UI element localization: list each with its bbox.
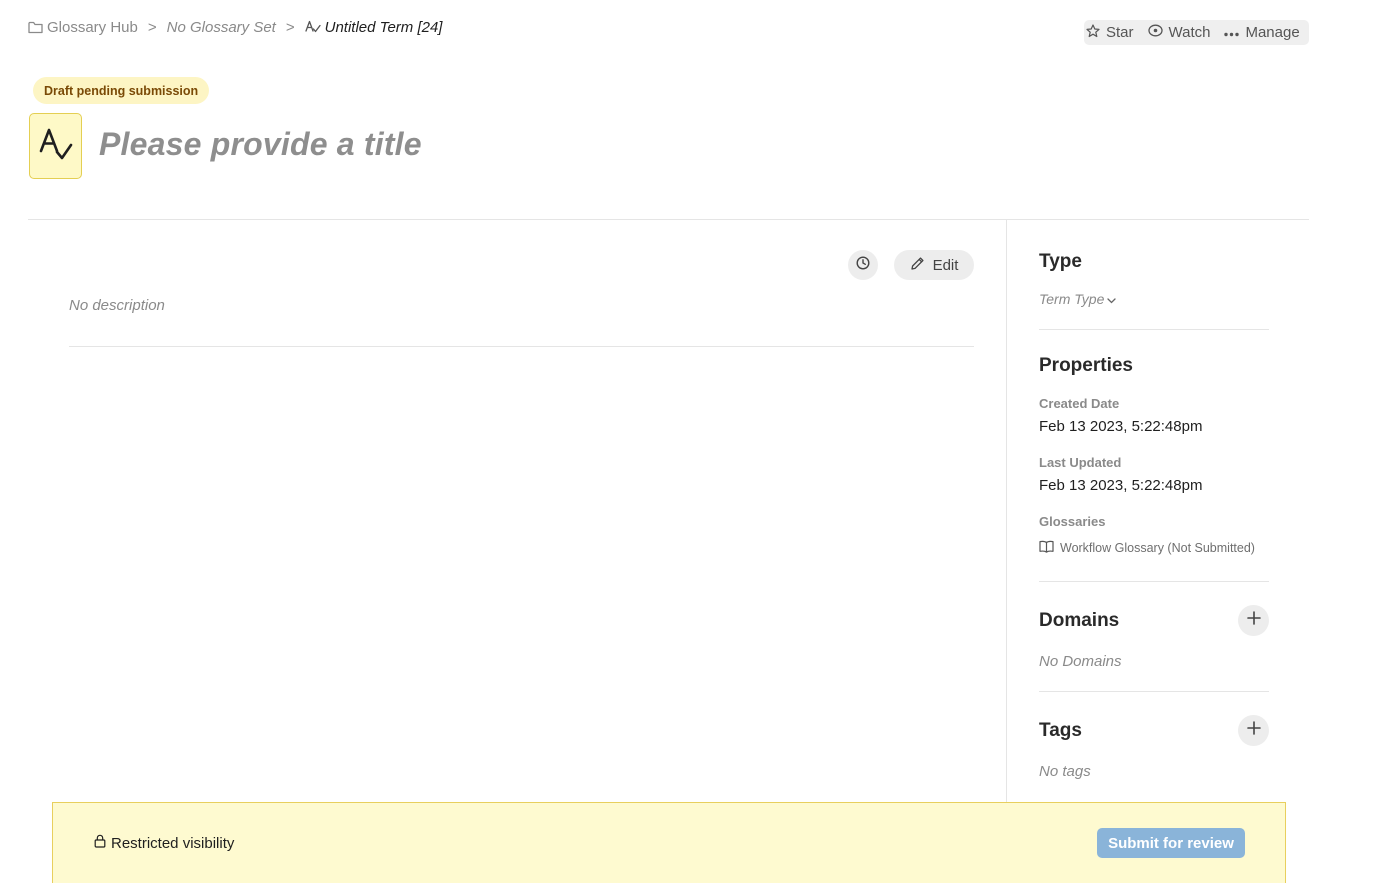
plus-icon <box>1246 721 1261 740</box>
more-dots-icon <box>1224 24 1240 41</box>
created-date-value: Feb 13 2023, 5:22:48pm <box>1039 418 1203 435</box>
breadcrumb-current-label: Untitled Term [24] <box>324 18 443 36</box>
type-heading: Type <box>1039 251 1082 272</box>
lock-icon <box>94 834 106 852</box>
created-date-label: Created Date <box>1039 396 1120 411</box>
watch-label: Watch <box>1168 24 1211 41</box>
manage-label: Manage <box>1245 24 1300 41</box>
status-badge: Draft pending submission <box>33 77 210 104</box>
clock-icon <box>856 255 870 275</box>
submit-for-review-button[interactable]: Submit for review <box>1097 828 1245 858</box>
last-updated-label: Last Updated <box>1039 455 1122 470</box>
manage-button[interactable]: Manage <box>1224 24 1300 41</box>
breadcrumb-hub-label: Glossary Hub <box>47 18 138 36</box>
properties-heading: Properties <box>1039 355 1133 376</box>
sidebar-separator <box>1039 691 1269 692</box>
book-icon <box>1039 540 1054 556</box>
visibility-label: Restricted visibility <box>111 834 235 852</box>
add-tag-button[interactable] <box>1238 715 1269 746</box>
breadcrumb-glossary-hub[interactable]: Glossary Hub <box>28 19 138 36</box>
visibility-indicator: Restricted visibility <box>94 834 234 852</box>
sidebar-separator <box>1039 329 1269 330</box>
breadcrumb-separator: > <box>285 18 295 36</box>
star-button[interactable]: Star <box>1086 23 1134 42</box>
tags-heading: Tags <box>1039 720 1082 741</box>
last-updated-value: Feb 13 2023, 5:22:48pm <box>1039 477 1203 494</box>
sidebar-divider <box>1006 220 1007 820</box>
domains-heading: Domains <box>1039 610 1120 631</box>
breadcrumb: Glossary Hub > No Glossary Set > Untitle… <box>28 17 442 37</box>
pencil-icon <box>910 256 925 275</box>
history-button[interactable] <box>848 250 878 280</box>
header-divider <box>28 219 1309 220</box>
edit-label: Edit <box>932 256 959 274</box>
term-avatar <box>29 113 82 179</box>
glossary-link[interactable]: Workflow Glossary (Not Submitted) <box>1039 540 1255 556</box>
term-type-dropdown[interactable]: Term Type <box>1039 291 1117 307</box>
plus-icon <box>1246 611 1261 630</box>
add-domain-button[interactable] <box>1238 605 1269 636</box>
page-title[interactable]: Please provide a title <box>99 126 422 163</box>
glossaries-label: Glossaries <box>1039 514 1106 529</box>
domains-empty: No Domains <box>1039 653 1122 670</box>
star-label: Star <box>1106 24 1134 41</box>
folder-icon <box>28 21 43 34</box>
term-type-label: Term Type <box>1039 291 1105 307</box>
entity-actions: Star Watch Manage <box>1084 20 1309 45</box>
sidebar-separator <box>1039 581 1269 582</box>
eye-icon <box>1147 24 1163 41</box>
chevron-down-icon <box>1107 291 1117 307</box>
term-icon <box>304 20 321 34</box>
breadcrumb-current-term[interactable]: Untitled Term [24] <box>304 18 443 36</box>
description-placeholder: No description <box>69 297 165 314</box>
edit-button[interactable]: Edit <box>894 250 974 280</box>
watch-button[interactable]: Watch <box>1147 24 1211 41</box>
description-divider <box>69 346 974 347</box>
breadcrumb-separator: > <box>147 18 157 36</box>
glossary-link-label: Workflow Glossary (Not Submitted) <box>1060 541 1255 555</box>
star-icon <box>1086 23 1100 42</box>
breadcrumb-glossary-set[interactable]: No Glossary Set <box>167 19 276 36</box>
tags-empty: No tags <box>1039 763 1091 780</box>
term-icon <box>38 127 74 166</box>
